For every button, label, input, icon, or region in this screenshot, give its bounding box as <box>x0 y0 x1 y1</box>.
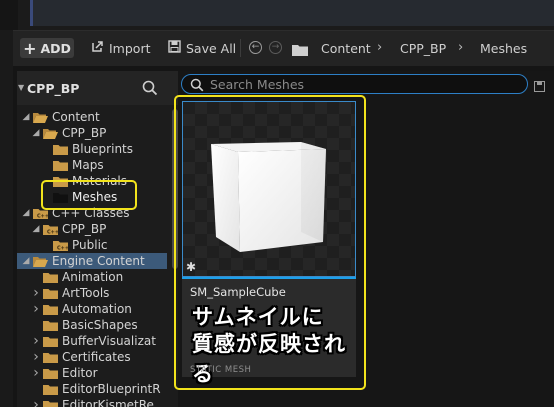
tree-item[interactable]: Maps <box>41 157 104 173</box>
folder-open-icon <box>33 112 48 123</box>
tree-item[interactable]: › Editor <box>31 365 98 381</box>
folder-icon <box>43 320 58 331</box>
tree-item-label: Public <box>72 238 108 252</box>
search-icon[interactable] <box>142 80 158 100</box>
tree-item[interactable]: ◢ Engine Content <box>21 253 145 269</box>
tree-item[interactable]: ◢ CPP_BP <box>31 125 106 141</box>
import-button-label: Import <box>109 41 151 56</box>
background-panel <box>30 0 554 26</box>
folder-open-icon <box>33 256 48 267</box>
tree-item-label: BufferVisualizat <box>62 334 156 348</box>
svg-text:C++: C++ <box>37 213 48 219</box>
tree-item[interactable]: C++ Public <box>41 237 108 253</box>
tree-item[interactable]: › Automation <box>31 301 132 317</box>
save-all-button[interactable]: Save All <box>168 38 236 58</box>
folder-icon <box>43 272 58 283</box>
forward-arrow-icon: → <box>272 42 280 52</box>
folder-tree: ◢Content◢CPP_BPBlueprintsMapsMaterialsMe… <box>17 107 167 407</box>
tree-item-label: CPP_BP <box>62 222 106 236</box>
back-arrow-icon: ← <box>252 42 260 52</box>
svg-text:C++: C++ <box>57 245 68 251</box>
meshes-highlight-frame <box>41 180 137 210</box>
tree-item[interactable]: › BufferVisualizat <box>31 333 156 349</box>
folder-icon <box>43 304 58 315</box>
tree-item[interactable]: ◢ C++ CPP_BP <box>31 221 106 237</box>
tree-item[interactable]: Blueprints <box>41 141 133 157</box>
add-button[interactable]: + ADD <box>20 38 74 58</box>
tree-item-label: Content <box>52 110 100 124</box>
collapsed-arrow-icon[interactable]: › <box>31 365 41 381</box>
toolbar-divider <box>240 39 241 57</box>
folder-icon <box>43 368 58 379</box>
forward-button[interactable]: → <box>269 41 282 54</box>
back-button[interactable]: ← <box>249 41 262 54</box>
import-button[interactable]: Import <box>91 38 151 58</box>
left-lane <box>0 0 18 30</box>
asset-highlight-frame <box>174 95 366 390</box>
tree-item-label: Animation <box>62 270 123 284</box>
top-strip <box>0 0 554 30</box>
search-input[interactable]: Search Meshes <box>181 74 528 94</box>
breadcrumb-meshes[interactable]: Meshes <box>480 41 527 56</box>
tree-item-label: EditorBlueprintR <box>62 382 161 396</box>
add-button-label: ADD <box>40 41 70 56</box>
sources-header: ▼ CPP_BP <box>17 71 178 105</box>
sources-title: CPP_BP <box>27 81 79 96</box>
expanded-arrow-icon[interactable]: ◢ <box>31 224 41 234</box>
folder-icon <box>292 41 308 60</box>
breadcrumb-content[interactable]: Content <box>321 41 371 56</box>
cpp-folder-icon: C++ <box>53 240 68 251</box>
toolbar: + ADD Import Save All ← → Content › CPP_… <box>13 31 554 66</box>
tree-item-label: Automation <box>62 302 132 316</box>
folder-open-icon <box>43 128 58 139</box>
expanded-arrow-icon[interactable]: ◢ <box>21 256 31 266</box>
import-icon <box>91 40 104 56</box>
folder-icon <box>43 384 58 395</box>
collapsed-arrow-icon[interactable]: › <box>31 301 41 317</box>
save-icon <box>168 40 181 56</box>
tree-item-label: Engine Content <box>52 254 145 268</box>
search-icon <box>190 77 204 96</box>
folder-icon <box>53 160 68 171</box>
tree-item[interactable]: › ArtTools <box>31 285 109 301</box>
folder-icon <box>53 144 68 155</box>
tree-item[interactable]: › Certificates <box>31 349 131 365</box>
tree-item-label: Certificates <box>62 350 131 364</box>
sources-panel: ▼ CPP_BP ◢Content◢CPP_BPBlueprintsMapsMa… <box>17 71 178 407</box>
cpp-folder-icon: C++ <box>43 224 58 235</box>
tree-item-label: CPP_BP <box>62 126 106 140</box>
folder-icon <box>43 336 58 347</box>
tree-item-label: BasicShapes <box>62 318 138 332</box>
tree-item[interactable]: BasicShapes <box>31 317 138 333</box>
tree-item-label: Blueprints <box>72 142 133 156</box>
expanded-arrow-icon[interactable]: ◢ <box>21 112 31 122</box>
tree-item[interactable]: ◢ Content <box>21 109 100 125</box>
collapsed-arrow-icon[interactable]: › <box>31 349 41 365</box>
save-all-button-label: Save All <box>186 41 236 56</box>
expanded-arrow-icon[interactable]: ◢ <box>31 128 41 138</box>
folder-icon <box>43 288 58 299</box>
expanded-arrow-icon[interactable]: ◢ <box>21 208 31 218</box>
plus-icon: + <box>23 39 36 58</box>
search-placeholder: Search Meshes <box>210 77 304 92</box>
save-search-icon[interactable] <box>534 77 545 96</box>
collapse-triangle-icon[interactable]: ▼ <box>18 83 24 92</box>
breadcrumb-cpp-bp[interactable]: CPP_BP <box>400 41 446 56</box>
collapsed-arrow-icon[interactable]: › <box>31 285 41 301</box>
chevron-right-icon: › <box>458 40 463 55</box>
tree-item-label: Maps <box>72 158 104 172</box>
svg-text:C++: C++ <box>47 229 58 235</box>
tree-item-label: Editor <box>62 366 98 380</box>
tree-item-label: ArtTools <box>62 286 109 300</box>
collapsed-arrow-icon[interactable]: › <box>31 333 41 349</box>
tree-item[interactable]: Animation <box>31 269 123 285</box>
tree-item[interactable]: EditorBlueprintR <box>31 381 161 397</box>
chevron-right-icon: › <box>377 40 382 55</box>
folder-icon <box>43 352 58 363</box>
